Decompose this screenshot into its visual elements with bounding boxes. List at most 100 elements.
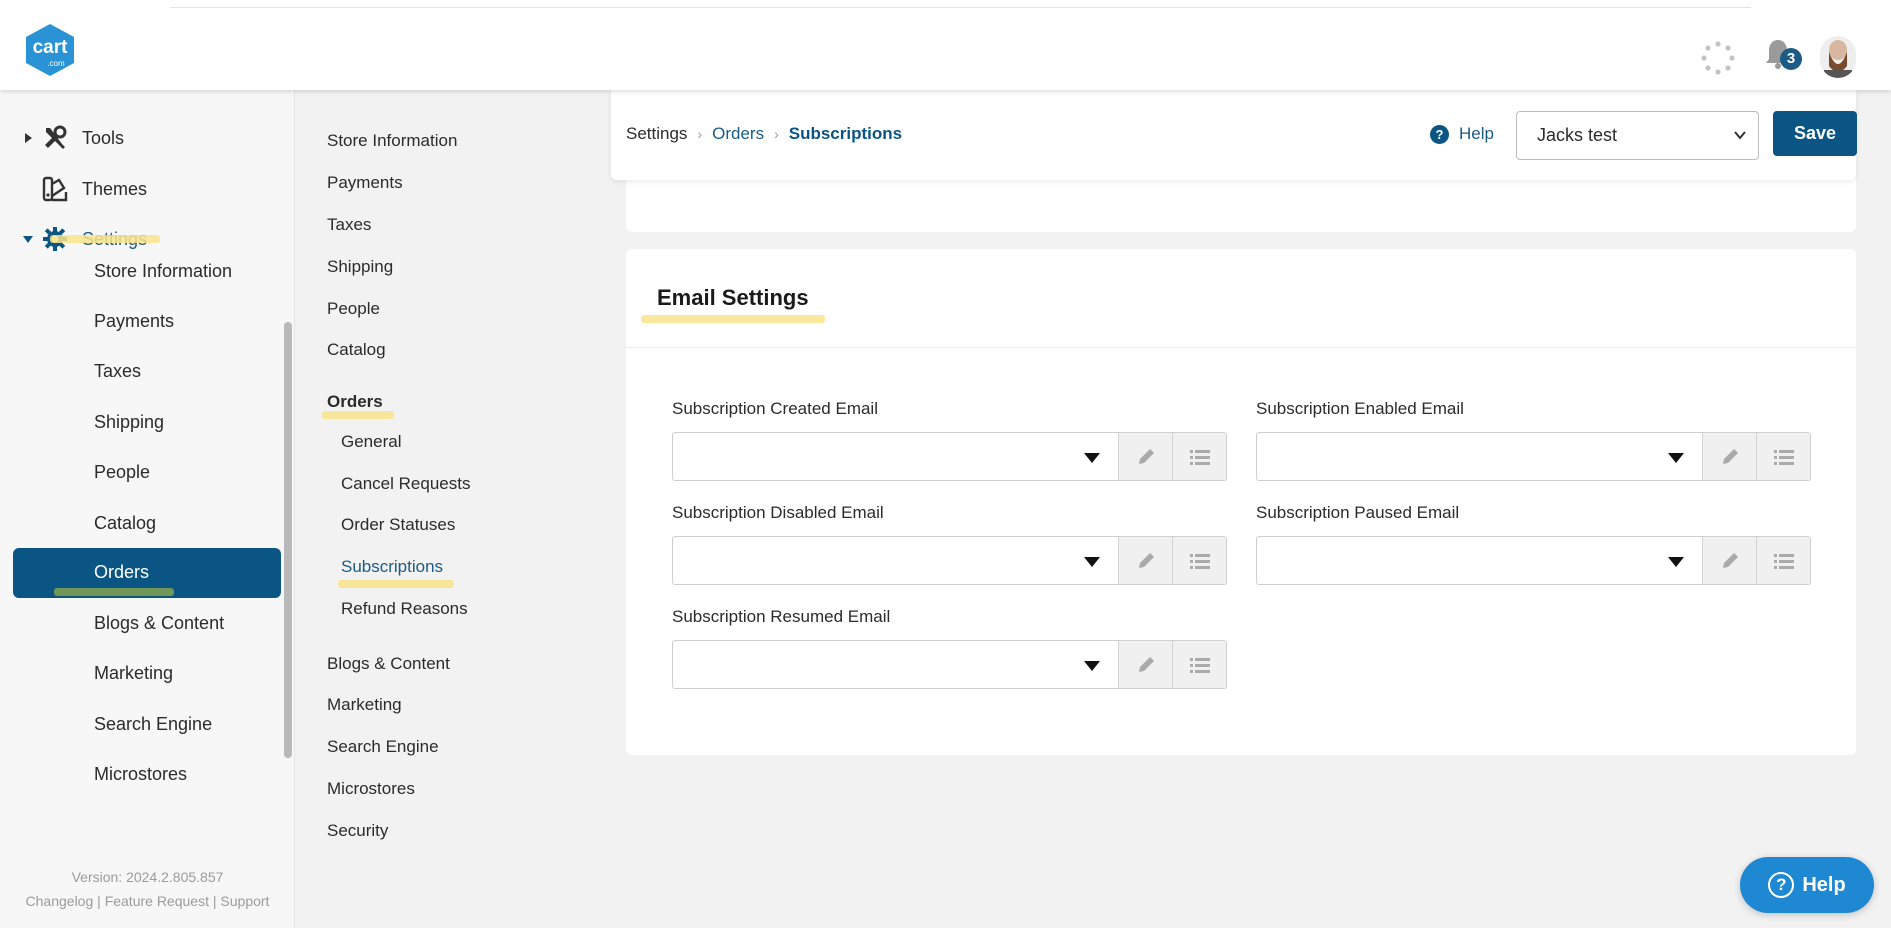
list-templates-button[interactable] <box>1172 537 1226 584</box>
tools-icon <box>45 125 67 149</box>
edit-template-button[interactable] <box>1702 433 1756 480</box>
sidebar-sub-blogs-content[interactable]: Blogs & Content <box>94 613 224 634</box>
subscription-paused-email-label: Subscription Paused Email <box>1256 503 1460 522</box>
subnav-orders-cancel-requests[interactable]: Cancel Requests <box>341 474 470 494</box>
breadcrumb-orders[interactable]: Orders <box>712 124 764 144</box>
highlight-mark <box>50 235 160 243</box>
caret-right-icon <box>25 133 32 143</box>
list-templates-button[interactable] <box>1172 641 1226 688</box>
dropdown-arrow-icon[interactable] <box>1084 661 1100 671</box>
dropdown-arrow-icon[interactable] <box>1084 557 1100 567</box>
sidebar-sub-people[interactable]: People <box>94 462 150 483</box>
dropdown-arrow-icon[interactable] <box>1668 453 1684 463</box>
sidebar-scrollbar[interactable] <box>284 322 292 758</box>
user-avatar[interactable] <box>1820 36 1856 78</box>
version-text: Version: 2024.2.805.857 <box>71 869 224 885</box>
edit-template-button[interactable] <box>1118 433 1172 480</box>
highlight-mark <box>338 580 454 588</box>
list-icon <box>1190 658 1210 673</box>
subnav-security[interactable]: Security <box>327 821 388 841</box>
sidebar-item-tools[interactable]: Tools <box>0 118 295 158</box>
help-link-label: Help <box>1459 124 1494 143</box>
list-icon <box>1190 554 1210 569</box>
support-link[interactable]: Support <box>220 893 269 909</box>
subnav-payments[interactable]: Payments <box>327 173 403 193</box>
subnav-catalog[interactable]: Catalog <box>327 340 386 360</box>
chevron-down-icon <box>1734 131 1746 140</box>
edit-template-button[interactable] <box>1702 537 1756 584</box>
list-templates-button[interactable] <box>1756 537 1810 584</box>
subnav-orders-general[interactable]: General <box>341 432 401 452</box>
subnav-marketing[interactable]: Marketing <box>327 695 402 715</box>
breadcrumb-settings[interactable]: Settings <box>626 124 687 144</box>
cart-logo[interactable]: cart .com <box>22 22 78 78</box>
subnav-search-engine[interactable]: Search Engine <box>327 737 439 757</box>
subnav-orders-refund-reasons[interactable]: Refund Reasons <box>341 599 468 619</box>
sidebar-sub-shipping[interactable]: Shipping <box>94 412 164 433</box>
edit-template-button[interactable] <box>1118 641 1172 688</box>
logo-text: cart <box>33 37 69 58</box>
subnav-shipping[interactable]: Shipping <box>327 257 393 277</box>
list-templates-button[interactable] <box>1172 433 1226 480</box>
pencil-icon <box>1723 553 1738 568</box>
question-circle-icon: ? <box>1430 124 1449 144</box>
subscription-disabled-email-label: Subscription Disabled Email <box>672 503 884 522</box>
highlight-mark <box>54 588 174 596</box>
sidebar-sub-microstores[interactable]: Microstores <box>94 764 187 785</box>
feature-request-link[interactable]: Feature Request <box>105 893 209 909</box>
pencil-icon <box>1139 553 1154 568</box>
breadcrumb-separator: › <box>774 126 779 142</box>
highlight-mark <box>641 315 825 323</box>
sidebar-sub-orders[interactable]: Orders <box>94 562 149 583</box>
edit-template-button[interactable] <box>1118 537 1172 584</box>
top-divider <box>170 7 1751 8</box>
subnav-orders-order-statuses[interactable]: Order Statuses <box>341 515 455 535</box>
sidebar-sub-taxes[interactable]: Taxes <box>94 361 141 382</box>
subnav-store-information[interactable]: Store Information <box>327 131 457 151</box>
sidebar-sub-marketing[interactable]: Marketing <box>94 663 173 684</box>
sidebar-sub-search-engine[interactable]: Search Engine <box>94 714 212 735</box>
email-settings-card: Email Settings Subscription Created Emai… <box>626 249 1856 755</box>
help-link[interactable]: ? Help <box>1430 124 1494 144</box>
subscription-enabled-email-label: Subscription Enabled Email <box>1256 399 1464 418</box>
changelog-link[interactable]: Changelog <box>26 893 94 909</box>
subscription-created-email-label: Subscription Created Email <box>672 399 878 418</box>
subscription-disabled-email-field <box>672 536 1227 585</box>
subnav-people[interactable]: People <box>327 299 380 319</box>
subscription-enabled-email-field <box>1256 432 1811 481</box>
loading-spinner-icon <box>1700 40 1736 76</box>
list-icon <box>1774 554 1794 569</box>
store-select-value: Jacks test <box>1537 125 1618 145</box>
sidebar-sub-store-information[interactable]: Store Information <box>94 261 232 282</box>
subscription-paused-email-field <box>1256 536 1811 585</box>
breadcrumb-subscriptions: Subscriptions <box>788 124 903 143</box>
sidebar-item-themes[interactable]: Themes <box>0 169 295 209</box>
list-templates-button[interactable] <box>1756 433 1810 480</box>
floating-help-button[interactable]: ? Help <box>1740 857 1874 913</box>
page-header: Settings › Orders › Subscriptions ? Help… <box>611 90 1857 180</box>
dropdown-arrow-icon[interactable] <box>1668 557 1684 567</box>
pencil-icon <box>1139 657 1154 672</box>
top-bar: cart .com 3 <box>0 0 1891 90</box>
subnav-orders-subscriptions[interactable]: Subscriptions <box>341 557 443 577</box>
dropdown-arrow-icon[interactable] <box>1084 453 1100 463</box>
breadcrumb-separator: › <box>697 126 703 142</box>
subnav-orders[interactable]: Orders <box>327 392 383 412</box>
highlight-mark <box>322 411 394 419</box>
subnav-blogs-content[interactable]: Blogs & Content <box>327 654 450 674</box>
subnav-taxes[interactable]: Taxes <box>327 215 371 235</box>
email-settings-title: Email Settings <box>657 285 809 310</box>
notifications-count-badge: 3 <box>1780 48 1802 70</box>
save-button[interactable]: Save <box>1773 111 1857 156</box>
store-select[interactable]: Jacks test <box>1516 111 1759 160</box>
main-sidebar: Tools Themes Settings Store In <box>0 90 295 928</box>
pencil-icon <box>1723 449 1738 464</box>
caret-down-icon <box>23 236 33 243</box>
sidebar-sub-catalog[interactable]: Catalog <box>94 513 156 534</box>
footer-links: Changelog | Feature Request | Support <box>25 893 270 909</box>
sidebar-item-label: Tools <box>82 127 125 148</box>
previous-section-card <box>626 178 1856 232</box>
sidebar-sub-payments[interactable]: Payments <box>94 311 174 332</box>
logo-subtext: .com <box>47 59 65 68</box>
subnav-microstores[interactable]: Microstores <box>327 779 415 799</box>
